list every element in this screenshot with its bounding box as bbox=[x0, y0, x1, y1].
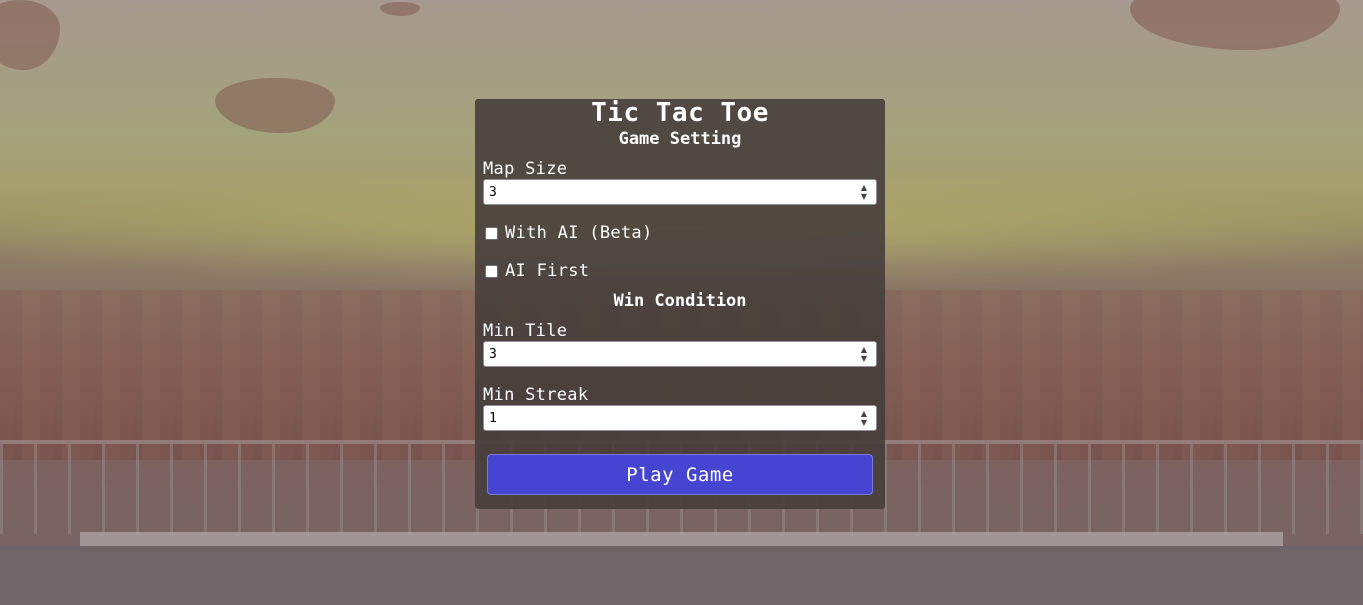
up-down-stepper-icon[interactable]: ▲ ▼ bbox=[856, 407, 872, 429]
floating-island bbox=[0, 0, 60, 70]
floating-island bbox=[380, 2, 420, 16]
with-ai-row[interactable]: With AI (Beta) bbox=[483, 223, 653, 243]
balcony-ledge bbox=[80, 532, 1283, 546]
min-streak-input[interactable]: 1 ▲ ▼ bbox=[483, 405, 877, 431]
with-ai-checkbox[interactable] bbox=[485, 226, 498, 240]
chevron-up-icon[interactable]: ▲ bbox=[861, 183, 867, 192]
up-down-stepper-icon[interactable]: ▲ ▼ bbox=[856, 343, 872, 365]
game-setting-heading: Game Setting bbox=[618, 129, 742, 149]
win-condition-heading: Win Condition bbox=[613, 291, 747, 311]
chevron-down-icon[interactable]: ▼ bbox=[861, 192, 867, 201]
win-condition-heading-wrap: Win Condition bbox=[475, 291, 885, 311]
min-tile-label: Min Tile bbox=[483, 321, 568, 341]
ai-first-label[interactable]: AI First bbox=[505, 261, 589, 281]
min-tile-value[interactable]: 3 bbox=[484, 347, 856, 362]
play-game-button[interactable]: Play Game bbox=[487, 454, 873, 495]
map-size-label: Map Size bbox=[483, 159, 568, 179]
min-streak-group: Min Streak 1 ▲ ▼ bbox=[483, 385, 877, 431]
chevron-down-icon[interactable]: ▼ bbox=[861, 354, 867, 363]
min-streak-value[interactable]: 1 bbox=[484, 411, 856, 426]
map-size-value[interactable]: 3 bbox=[484, 185, 856, 200]
map-size-group: Map Size 3 ▲ ▼ bbox=[483, 159, 877, 205]
min-tile-group: Min Tile 3 ▲ ▼ bbox=[483, 321, 877, 367]
balcony-floor bbox=[0, 546, 1363, 605]
floating-island bbox=[1130, 0, 1340, 50]
with-ai-label[interactable]: With AI (Beta) bbox=[505, 223, 653, 243]
min-streak-label: Min Streak bbox=[483, 385, 589, 405]
chevron-down-icon[interactable]: ▼ bbox=[861, 418, 867, 427]
min-tile-input[interactable]: 3 ▲ ▼ bbox=[483, 341, 877, 367]
up-down-stepper-icon[interactable]: ▲ ▼ bbox=[856, 181, 872, 203]
map-size-input[interactable]: 3 ▲ ▼ bbox=[483, 179, 877, 205]
chevron-up-icon[interactable]: ▲ bbox=[861, 409, 867, 418]
ai-first-checkbox[interactable] bbox=[485, 264, 498, 278]
chevron-up-icon[interactable]: ▲ bbox=[861, 345, 867, 354]
floating-island bbox=[215, 78, 335, 133]
ai-first-row[interactable]: AI First bbox=[483, 261, 589, 281]
page-title: Tic Tac Toe bbox=[591, 98, 769, 128]
game-settings-panel: Tic Tac Toe Game Setting Map Size 3 ▲ ▼ … bbox=[475, 99, 885, 509]
